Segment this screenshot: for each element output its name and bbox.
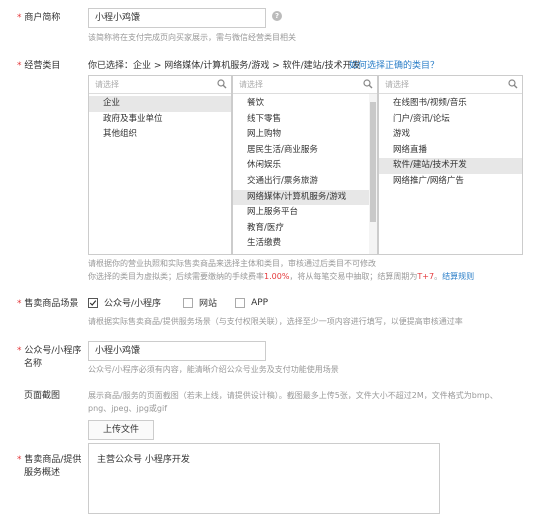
sales-scenario-options: 公众号/小程序 网站 APP: [88, 296, 268, 309]
check-icon: [89, 299, 97, 306]
option-website-label: 网站: [199, 299, 218, 309]
checkbox-mp[interactable]: [88, 297, 98, 308]
category-option[interactable]: 游戏: [379, 127, 522, 143]
category-option[interactable]: 生活缴费: [233, 236, 377, 252]
business-category-label-wrap: * 经营类目: [17, 60, 60, 72]
category-note-1: 请根据你的营业执照和实际售卖商品来选择主体和类目，审核通过后类目不可修改: [88, 259, 376, 268]
screenshot-label: 页面截图: [24, 391, 61, 401]
category-list-3: 在线图书/视频/音乐 门户/资讯/论坛 游戏 网络直播 软件/建站/技术开发 网络推广/网…: [379, 94, 522, 190]
how-to-choose-link[interactable]: 如何选择正确的类目？: [349, 60, 439, 72]
screenshot-hint-line2: png、jpeg、jpg或gif: [88, 404, 168, 413]
required-mark: *: [17, 61, 22, 71]
category-column-3: 请选择 在线图书/视频/音乐 门户/资讯/论坛 游戏 网络直播 软件/建站/技术开发 网络…: [378, 75, 523, 255]
category-option[interactable]: 网络推广/网络广告: [379, 174, 522, 190]
fee-note-mid: ，将从每笔交易中抽取；结算周期为: [289, 272, 418, 281]
description-label-line1: 售卖商品/提供: [24, 455, 82, 465]
category-option[interactable]: 交通出行/票务旅游: [233, 174, 377, 190]
category-option[interactable]: 餐饮: [233, 96, 377, 112]
category-note-2: 你选择的类目为虚拟类；后续需要缴纳的手续费率1.00%，将从每笔交易中抽取；结算…: [88, 271, 474, 283]
required-mark: *: [17, 346, 22, 356]
search-icon: [363, 79, 373, 89]
screenshot-hint-line1: 展示商品/服务的页面截图（若未上线，请提供设计稿）。截图最多上传5张，文件大小不…: [88, 391, 498, 400]
category-option[interactable]: 居民生活/商业服务: [233, 143, 377, 159]
merchant-name-label: 商户简称: [24, 13, 61, 23]
mp-name-input[interactable]: 小程小鸡馕: [88, 341, 266, 361]
category-option[interactable]: 政府及事业单位: [89, 112, 231, 128]
category-option[interactable]: 网络直播: [379, 143, 522, 159]
sales-scenario-hint: 请根据实际售卖商品/提供服务场景（与支付权限关联），选择至少一项内容进行填写，以…: [88, 317, 463, 326]
category-option[interactable]: 在线图书/视频/音乐: [379, 96, 522, 112]
category-option[interactable]: 其他组织: [89, 127, 231, 143]
category-search-2[interactable]: 请选择: [233, 76, 377, 94]
fee-note-suffix: 。: [434, 272, 443, 281]
mp-name-label-line1: 公众号/小程序: [24, 346, 82, 356]
category-option[interactable]: 门户/资讯/论坛: [379, 112, 522, 128]
option-mp-label: 公众号/小程序: [104, 299, 162, 309]
scrollbar-thumb[interactable]: [370, 102, 376, 222]
settle-period: T+7: [417, 272, 435, 281]
category-search-3[interactable]: 请选择: [379, 76, 522, 94]
business-category-label: 经营类目: [24, 61, 61, 71]
mp-name-label-line2: 名称: [24, 359, 43, 369]
fee-note-prefix: 你选择的类目为虚拟类；后续需要缴纳的手续费率: [88, 272, 264, 281]
mp-name-value: 小程小鸡馕: [95, 346, 141, 356]
description-label-wrap: * 售卖商品/提供: [17, 454, 81, 466]
required-mark: *: [17, 455, 22, 465]
category-search-placeholder: 请选择: [385, 80, 409, 89]
fee-rate: 1.00%: [264, 272, 290, 281]
category-option[interactable]: 软件/建站/技术开发: [379, 158, 522, 174]
option-app-label: APP: [251, 297, 269, 308]
checkbox-website[interactable]: [183, 297, 194, 308]
category-option[interactable]: 休闲娱乐: [233, 158, 377, 174]
category-option[interactable]: 网上购物: [233, 127, 377, 143]
checkbox-app[interactable]: [235, 297, 246, 308]
category-option[interactable]: 网络媒体/计算机服务/游戏: [233, 189, 377, 206]
description-textarea[interactable]: 主营公众号 小程序开发: [88, 443, 440, 514]
category-option[interactable]: 企业: [89, 96, 231, 112]
scrollbar[interactable]: [369, 94, 377, 254]
category-list-2: 餐饮 线下零售 网上购物 居民生活/商业服务 休闲娱乐 交通出行/票务旅游 网络媒体/计算机…: [233, 94, 377, 252]
category-search-1[interactable]: 请选择: [89, 76, 231, 94]
selected-category-path: 你已选择：企业 > 网络媒体/计算机服务/游戏 > 软件/建站/技术开发: [88, 61, 361, 71]
search-icon: [508, 79, 518, 89]
category-column-2: 请选择 餐饮 线下零售 网上购物 居民生活/商业服务 休闲娱乐 交通出行/票务旅游 网络媒体…: [232, 75, 378, 255]
sales-scenario-label: 售卖商品场景: [24, 299, 79, 309]
category-option[interactable]: 线下零售: [233, 112, 377, 128]
required-mark: *: [17, 13, 22, 23]
category-search-placeholder: 请选择: [239, 80, 263, 89]
category-column-1: 请选择 企业 政府及事业单位 其他组织: [88, 75, 232, 255]
merchant-name-hint: 该简称将在支付完成页向买家展示，需与微信经营类目相关: [88, 33, 296, 42]
merchant-name-value: 小程小鸡馕: [95, 13, 141, 23]
merchant-name-label-wrap: * 商户简称: [17, 12, 60, 24]
description-value: 主营公众号 小程序开发: [97, 455, 190, 465]
description-label-line2: 服务概述: [24, 468, 61, 478]
settle-rules-link[interactable]: 结算规则: [442, 272, 474, 281]
category-list-1: 企业 政府及事业单位 其他组织: [89, 94, 231, 143]
mp-name-label-wrap: * 公众号/小程序: [17, 345, 81, 357]
merchant-name-input[interactable]: 小程小鸡馕: [88, 8, 266, 28]
sales-scenario-label-wrap: * 售卖商品场景: [17, 298, 78, 310]
required-mark: *: [17, 299, 22, 309]
search-icon: [217, 79, 227, 89]
category-search-placeholder: 请选择: [95, 80, 119, 89]
category-option[interactable]: 教育/医疗: [233, 221, 377, 237]
mp-name-hint: 公众号/小程序必须有内容，能清晰介绍公众号业务及支付功能使用场景: [88, 365, 339, 374]
category-option[interactable]: 网上服务平台: [233, 205, 377, 221]
upload-file-button[interactable]: 上传文件: [88, 420, 154, 440]
help-icon[interactable]: ?: [272, 11, 282, 21]
